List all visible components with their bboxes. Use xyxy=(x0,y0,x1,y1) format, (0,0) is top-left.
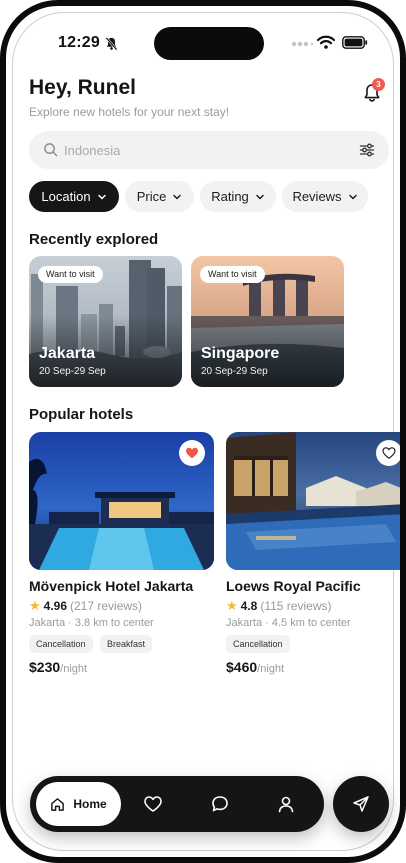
filter-chip-label: Reviews xyxy=(292,189,342,204)
phone-frame: 12:29 Hey, Runel Explore new hotels for … xyxy=(0,0,406,863)
filter-chip-reviews[interactable]: Reviews xyxy=(282,181,368,212)
favorite-button[interactable] xyxy=(179,440,205,466)
star-icon: ★ xyxy=(29,598,41,613)
status-time: 12:29 xyxy=(58,34,100,51)
hotel-image-movenpick[interactable] xyxy=(29,432,214,570)
price-unit: /night xyxy=(257,663,285,675)
chevron-down-icon xyxy=(256,194,264,199)
price-amount: $230 xyxy=(29,659,61,675)
want-to-visit-badge: Want to visit xyxy=(200,266,265,283)
filter-chip-rating[interactable]: Rating xyxy=(200,181,276,212)
chevron-down-icon xyxy=(348,194,357,199)
hotel-rating: ★ 4.8 (115 reviews) xyxy=(226,598,331,614)
filter-chip-price[interactable]: Price xyxy=(125,181,194,212)
home-icon xyxy=(51,797,65,811)
send-icon xyxy=(353,796,369,812)
city-name: Jakarta xyxy=(39,345,96,362)
hotel-rating: ★ 4.96 (217 reviews) xyxy=(29,598,142,614)
trip-dates: 20 Sep-29 Sep xyxy=(201,366,268,377)
hotel-name[interactable]: Loews Royal Pacific xyxy=(226,578,361,594)
amenity-tag: Cancellation xyxy=(226,635,290,653)
filter-sliders-icon[interactable] xyxy=(359,142,375,158)
want-to-visit-badge: Want to visit xyxy=(38,266,103,283)
wifi-icon xyxy=(317,35,335,49)
nav-home-label: Home xyxy=(73,797,107,811)
search-input[interactable] xyxy=(64,140,324,160)
review-count: (217 reviews) xyxy=(70,599,143,613)
filter-chip-location[interactable]: Location xyxy=(29,181,119,212)
favorite-button[interactable] xyxy=(376,440,400,466)
recent-card-singapore[interactable]: Want to visit Singapore 20 Sep-29 Sep xyxy=(191,256,344,387)
review-count: (115 reviews) xyxy=(260,599,332,613)
price-unit: /night xyxy=(60,663,88,675)
signal-dots-icon xyxy=(291,41,313,47)
hotel-price: $460/night xyxy=(226,659,284,677)
amenity-tag: Cancellation xyxy=(29,635,93,653)
price-amount: $460 xyxy=(226,659,258,675)
battery-icon xyxy=(342,36,368,49)
amenity-tag: Breakfast xyxy=(100,635,153,653)
rating-value: 4.96 xyxy=(43,599,68,613)
recently-explored-title: Recently explored xyxy=(29,231,159,248)
chevron-down-icon xyxy=(97,194,106,199)
greeting-title: Hey, Runel xyxy=(29,76,136,99)
chat-icon[interactable] xyxy=(210,794,230,814)
rating-value: 4.8 xyxy=(240,599,258,613)
search-bar xyxy=(29,131,389,169)
hotel-name[interactable]: Mövenpick Hotel Jakarta xyxy=(29,578,193,594)
heart-icon[interactable] xyxy=(143,794,163,814)
star-icon: ★ xyxy=(226,598,238,613)
notification-count-badge: 3 xyxy=(372,78,385,91)
heart-filled-icon xyxy=(186,447,198,459)
recent-card-jakarta[interactable]: Want to visit Jakarta 20 Sep-29 Sep xyxy=(29,256,182,387)
hotel-distance: Jakarta · 4.5 km to center xyxy=(226,617,351,629)
nav-home-button[interactable]: Home xyxy=(36,782,121,826)
hotel-image-loews[interactable] xyxy=(226,432,400,570)
send-button[interactable] xyxy=(333,776,389,832)
city-name: Singapore xyxy=(201,345,280,362)
dynamic-island xyxy=(154,27,264,60)
popular-hotels-title: Popular hotels xyxy=(29,406,134,423)
hotel-distance: Jakarta · 3.8 km to center xyxy=(29,617,154,629)
filter-chip-label: Price xyxy=(136,189,167,204)
chevron-down-icon xyxy=(173,194,182,199)
profile-icon[interactable] xyxy=(276,794,296,814)
bottom-nav-bar: Home xyxy=(30,776,324,832)
filter-chip-label: Rating xyxy=(211,189,249,204)
filter-chip-label: Location xyxy=(41,189,91,204)
greeting-subtitle: Explore new hotels for your next stay! xyxy=(29,105,230,119)
search-icon xyxy=(44,143,58,157)
hotel-price: $230/night xyxy=(29,659,87,677)
trip-dates: 20 Sep-29 Sep xyxy=(39,366,106,377)
heart-outline-icon xyxy=(382,447,396,459)
bell-muted-icon xyxy=(105,37,118,51)
